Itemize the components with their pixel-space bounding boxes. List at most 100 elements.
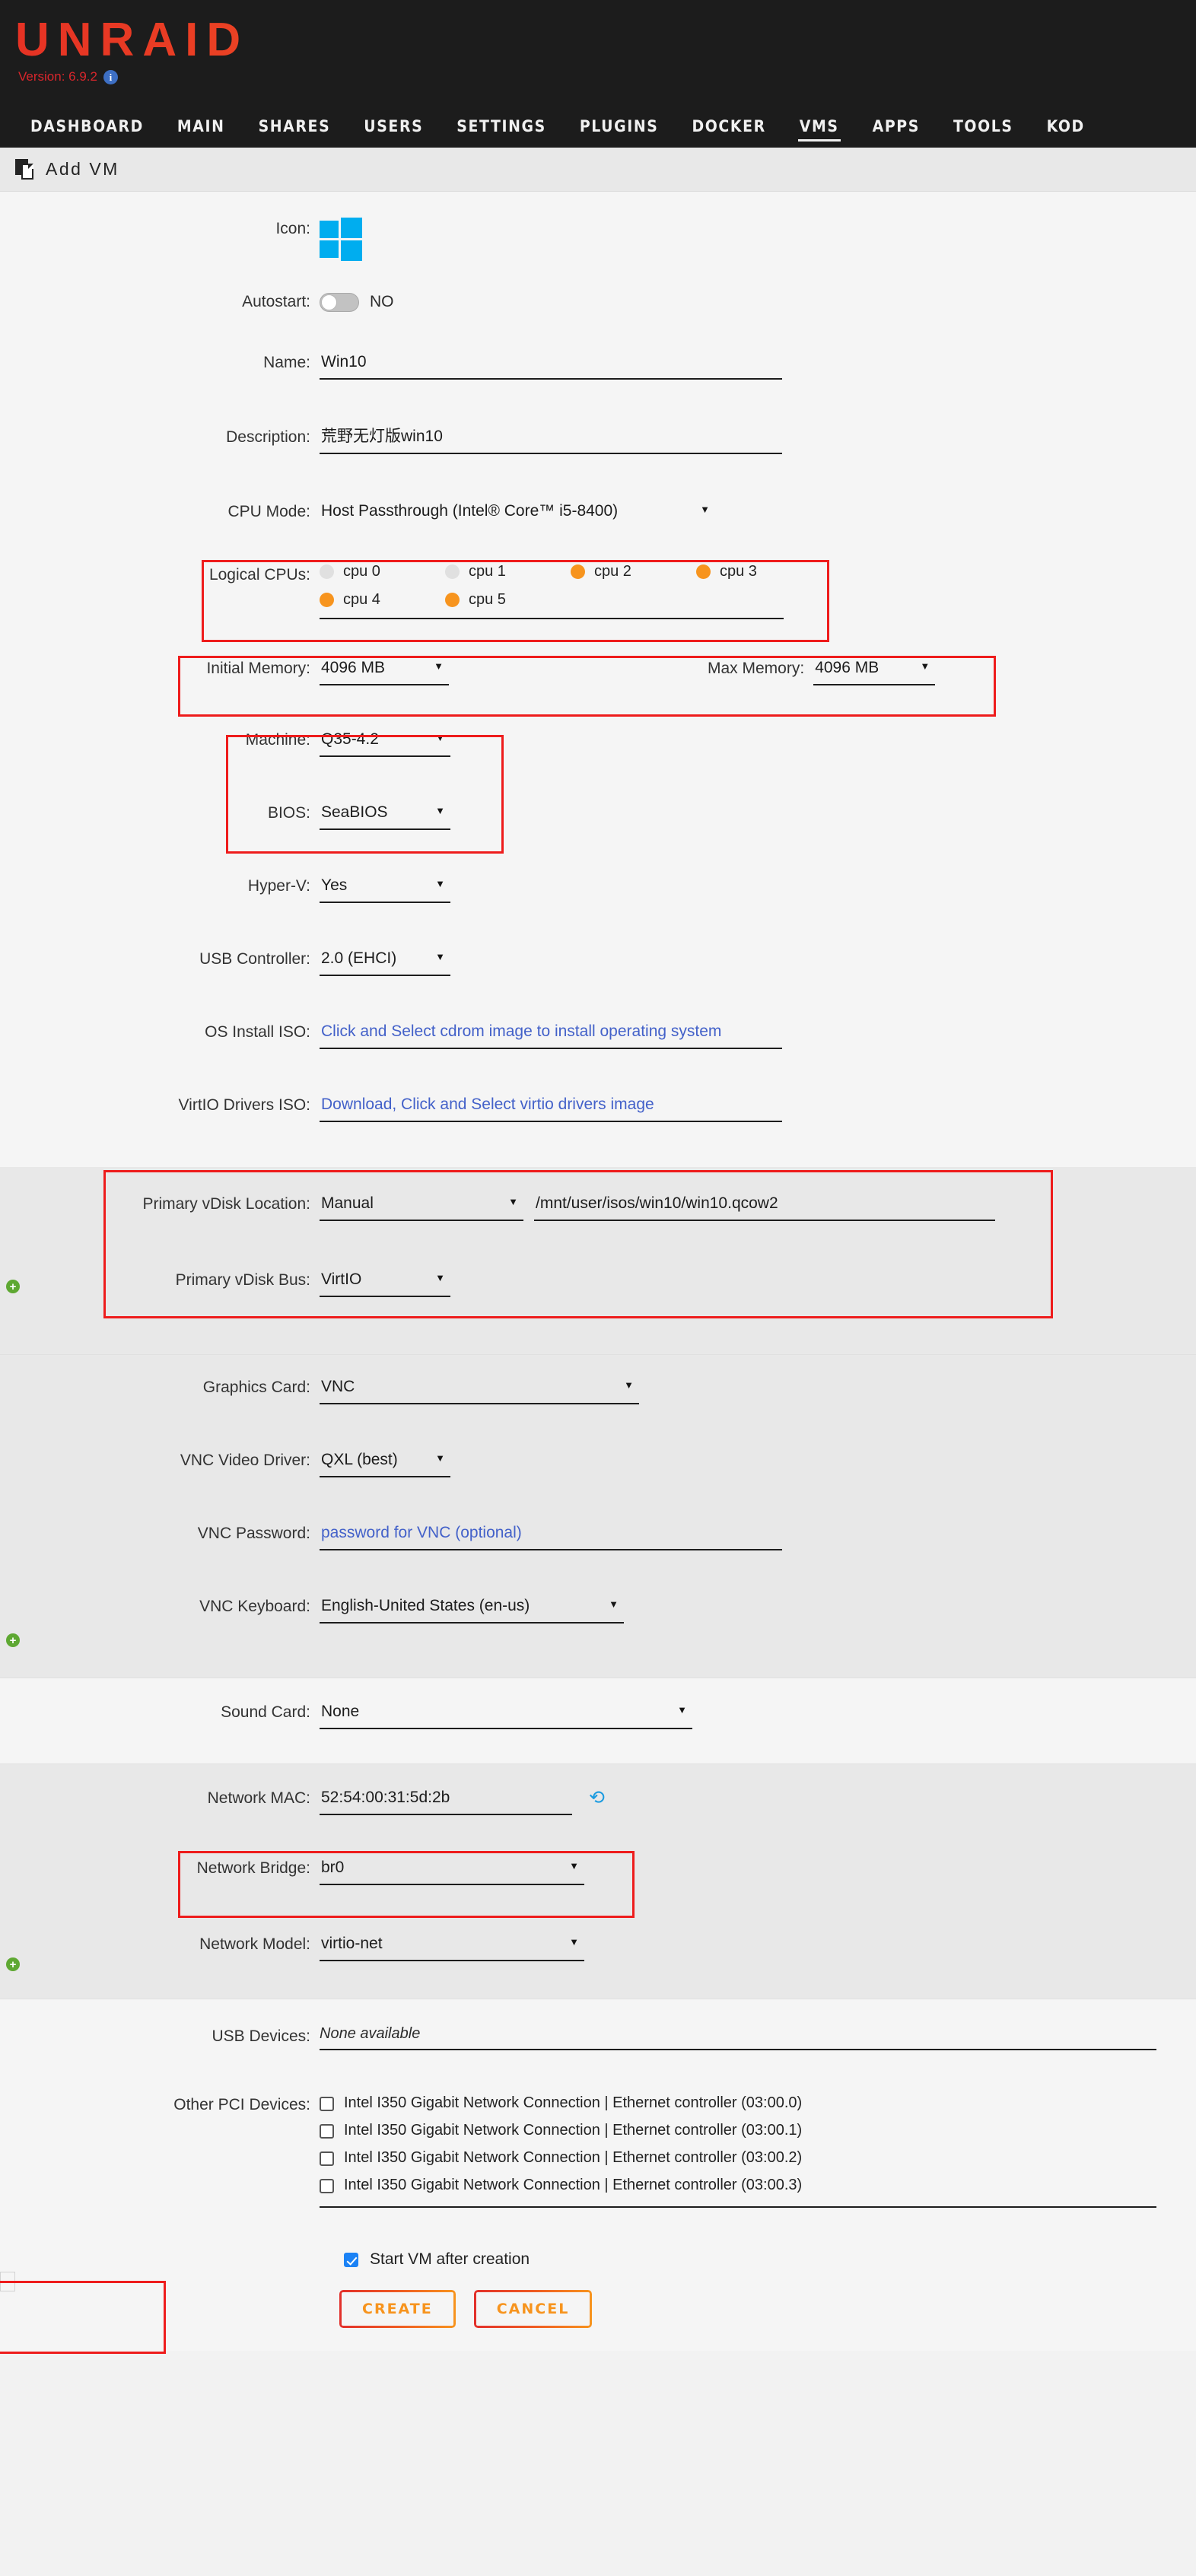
start-vm-row[interactable]: Start VM after creation — [0, 2250, 1196, 2269]
machine-select[interactable]: Q35-4.2 — [320, 729, 450, 757]
row-other-pci: Other PCI Devices: Intel I350 Gigabit Ne… — [0, 2094, 1196, 2215]
button-row: CREATE CANCEL — [0, 2281, 1196, 2354]
start-vm-checkbox[interactable] — [344, 2252, 358, 2267]
cpu-dot-2[interactable] — [571, 564, 585, 579]
create-button[interactable]: CREATE — [339, 2290, 456, 2328]
section-vdisk: + Primary vDisk Location: Manual ▼ Prima… — [0, 1167, 1196, 1354]
cpu-item-4[interactable]: cpu 4 — [320, 591, 445, 609]
cpu-label-1: cpu 1 — [469, 563, 506, 580]
pci-item-1[interactable]: Intel I350 Gigabit Network Connection | … — [320, 2121, 802, 2140]
autostart-toggle[interactable] — [320, 292, 359, 312]
nav-item-tools[interactable]: TOOLS — [937, 117, 1030, 148]
vnc-video-driver-label: VNC Video Driver: — [180, 1452, 310, 1469]
cpu-dot-4[interactable] — [320, 593, 334, 607]
nav-item-apps[interactable]: APPS — [856, 117, 937, 148]
initial-memory-select[interactable]: 4096 MB — [320, 657, 449, 685]
pci-item-0[interactable]: Intel I350 Gigabit Network Connection | … — [320, 2094, 802, 2113]
cpu-dot-3[interactable] — [696, 564, 711, 579]
cpu-item-2[interactable]: cpu 2 — [571, 563, 696, 580]
section-sound: Sound Card: None ▼ — [0, 1678, 1196, 1763]
version-text: Version: 6.9.2 — [18, 69, 97, 84]
row-sound-card: Sound Card: None ▼ — [0, 1701, 1196, 1744]
network-bridge-label: Network Bridge: — [196, 1859, 310, 1877]
vdisk-location-select[interactable]: Manual — [320, 1193, 523, 1221]
add-vm-form: Icon: Autostart: NO Name: Description: — [0, 192, 1196, 2381]
graphics-card-select[interactable]: VNC — [320, 1376, 639, 1404]
pci-label-2: Intel I350 Gigabit Network Connection | … — [344, 2149, 803, 2166]
name-input[interactable] — [320, 351, 782, 380]
group-machine-bios: Machine: Q35-4.2 ▼ BIOS: SeaBIOS ▼ — [0, 729, 1196, 875]
cpu-item-0[interactable]: cpu 0 — [320, 563, 445, 580]
virtio-iso-input[interactable] — [320, 1094, 782, 1122]
cancel-button[interactable]: CANCEL — [473, 2290, 593, 2328]
info-icon[interactable]: i — [103, 69, 118, 84]
os-install-iso-input[interactable] — [320, 1021, 782, 1049]
section-graphics: + Graphics Card: VNC ▼ VNC Video Driver:… — [0, 1354, 1196, 1678]
vdisk-bus-select[interactable]: VirtIO — [320, 1269, 450, 1297]
network-mac-label: Network MAC: — [207, 1789, 310, 1807]
other-pci-label: Other PCI Devices: — [173, 2096, 310, 2113]
cpu-dot-1[interactable] — [445, 564, 460, 579]
network-mac-input[interactable] — [320, 1787, 572, 1815]
max-memory-select[interactable]: 4096 MB — [813, 657, 936, 685]
pci-checkbox-1[interactable] — [320, 2124, 334, 2139]
pci-checkbox-2[interactable] — [320, 2151, 334, 2166]
cpu-item-1[interactable]: cpu 1 — [445, 563, 571, 580]
nav-item-main[interactable]: MAIN — [161, 117, 242, 148]
cpu-dot-5[interactable] — [445, 593, 460, 607]
description-input[interactable] — [320, 426, 782, 454]
os-install-iso-label: OS Install ISO: — [205, 1023, 310, 1041]
pages-icon — [15, 158, 35, 180]
network-bridge-select[interactable]: br0 — [320, 1857, 584, 1885]
bios-label: BIOS: — [267, 804, 310, 822]
nav-item-shares[interactable]: SHARES — [242, 117, 348, 148]
vnc-keyboard-label: VNC Keyboard: — [199, 1598, 310, 1615]
nav-item-kod[interactable]: KOD — [1030, 117, 1102, 148]
row-network-bridge: Network Bridge: br0 ▼ — [0, 1851, 1196, 1933]
row-logical-cpus: Logical CPUs: cpu 0 cpu 1 cpu 2 cpu 3 cp… — [0, 560, 1196, 653]
icon-label: Icon: — [275, 220, 310, 237]
nav-item-settings[interactable]: SETTINGS — [440, 117, 563, 148]
pci-checkbox-3[interactable] — [320, 2179, 334, 2193]
nav-item-dashboard[interactable]: DASHBOARD — [14, 117, 161, 148]
refresh-mac-icon[interactable]: ⟲ — [589, 1789, 605, 1808]
usb-devices-label: USB Devices: — [212, 2027, 310, 2045]
graphics-card-label: Graphics Card: — [202, 1379, 310, 1396]
sound-card-select[interactable]: None — [320, 1701, 692, 1729]
add-vdisk-button[interactable]: + — [6, 1280, 20, 1293]
hyperv-select[interactable]: Yes — [320, 875, 450, 903]
pci-checkbox-0[interactable] — [320, 2097, 334, 2111]
section-network: + Network MAC: ⟲ Network Bridge: br0 ▼ N — [0, 1763, 1196, 1999]
bios-select[interactable]: SeaBIOS — [320, 802, 450, 830]
row-usb-devices: USB Devices: None available — [0, 2025, 1196, 2094]
network-model-select[interactable]: virtio-net — [320, 1933, 584, 1961]
vdisk-path-input[interactable] — [534, 1193, 995, 1221]
nav-item-vms[interactable]: VMS — [783, 117, 856, 148]
max-memory-label: Max Memory: — [708, 660, 805, 677]
nav-item-users[interactable]: USERS — [347, 117, 440, 148]
cpu-mode-select[interactable]: Host Passthrough (Intel® Core™ i5-8400) — [320, 501, 715, 527]
cpu-item-3[interactable]: cpu 3 — [696, 563, 822, 580]
scroll-nub[interactable] — [0, 2272, 15, 2291]
nav-item-plugins[interactable]: PLUGINS — [563, 117, 676, 148]
row-vnc-keyboard: VNC Keyboard: English-United States (en-… — [0, 1595, 1196, 1661]
row-memory: Initial Memory: 4096 MB ▼ Max Memory: 40… — [0, 656, 1196, 729]
add-network-button[interactable]: + — [6, 1957, 20, 1971]
row-vnc-video-driver: VNC Video Driver: QXL (best) ▼ — [0, 1449, 1196, 1522]
vnc-keyboard-select[interactable]: English-United States (en-us) — [320, 1595, 624, 1624]
main-navigation: DASHBOARD MAIN SHARES USERS SETTINGS PLU… — [0, 88, 1196, 148]
pci-label-0: Intel I350 Gigabit Network Connection | … — [344, 2094, 803, 2111]
windows-logo-icon[interactable] — [320, 218, 362, 261]
pci-item-3[interactable]: Intel I350 Gigabit Network Connection | … — [320, 2176, 802, 2195]
cpu-dot-0[interactable] — [320, 564, 334, 579]
vnc-video-driver-select[interactable]: QXL (best) — [320, 1449, 450, 1477]
page-title: Add VM — [46, 159, 119, 179]
usb-controller-select[interactable]: 2.0 (EHCI) — [320, 948, 450, 976]
vnc-password-input[interactable] — [320, 1522, 782, 1550]
add-graphics-button[interactable]: + — [6, 1633, 20, 1647]
nav-item-docker[interactable]: DOCKER — [675, 117, 782, 148]
cpu-item-5[interactable]: cpu 5 — [445, 591, 571, 609]
pci-item-2[interactable]: Intel I350 Gigabit Network Connection | … — [320, 2148, 802, 2167]
cpu-mode-label: CPU Mode: — [227, 503, 310, 520]
vdisk-bus-label: Primary vDisk Bus: — [175, 1271, 310, 1289]
